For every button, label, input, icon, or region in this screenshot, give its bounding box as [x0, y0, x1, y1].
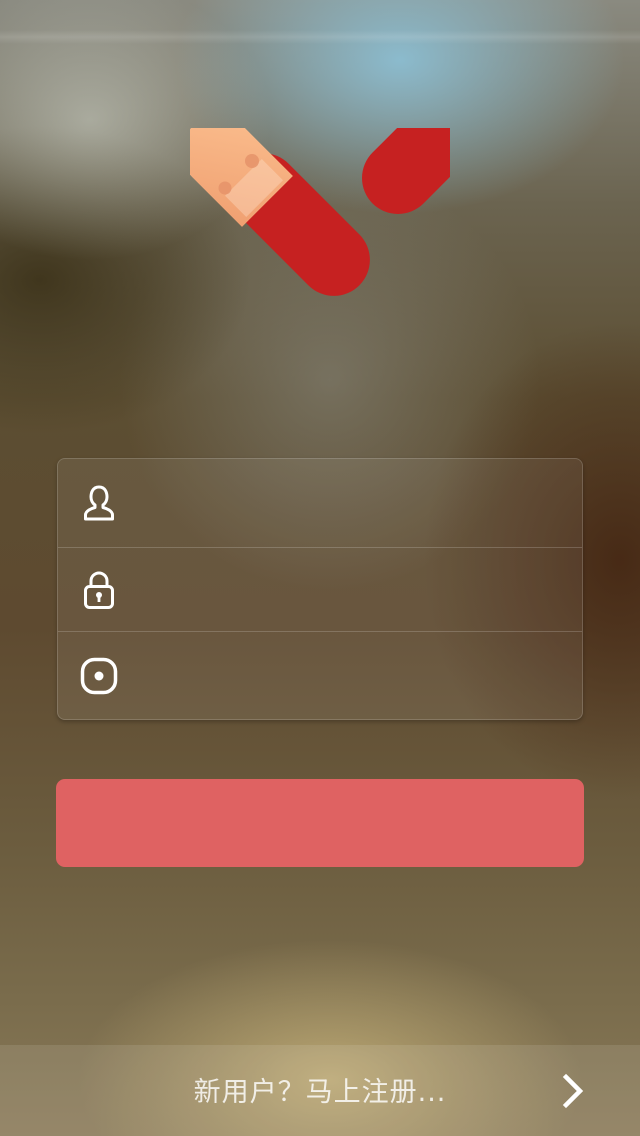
username-input[interactable] [138, 480, 566, 526]
lock-icon [80, 571, 118, 609]
password-row [58, 548, 582, 632]
background-sheen [0, 30, 640, 44]
register-link-text: 新用户？马上注册... [193, 1077, 447, 1108]
password-input[interactable] [138, 566, 566, 613]
app-logo [190, 128, 450, 296]
login-button[interactable] [56, 779, 584, 867]
username-row [58, 459, 582, 548]
login-form [57, 458, 583, 720]
chevron-right-icon [562, 1073, 584, 1108]
code-row [58, 632, 582, 719]
user-icon [80, 484, 118, 522]
code-input[interactable] [138, 653, 566, 699]
record-icon [80, 657, 118, 695]
register-bar[interactable]: 新用户？马上注册... [0, 1045, 640, 1136]
